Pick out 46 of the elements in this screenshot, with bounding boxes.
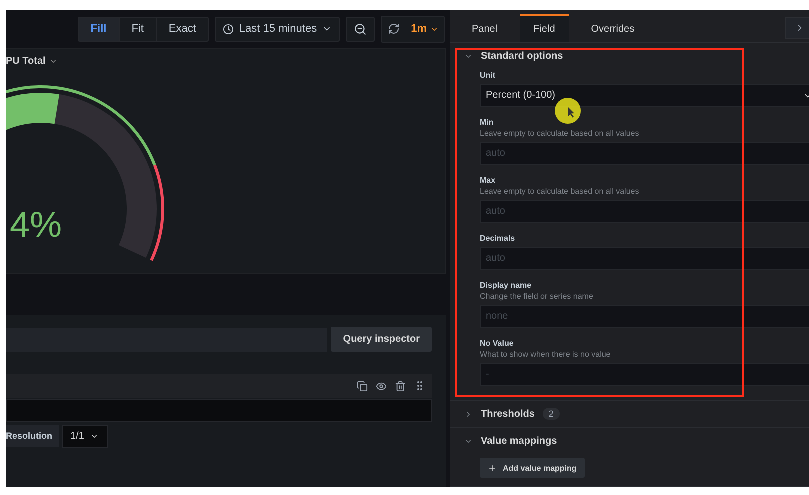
field-label: Max [480, 176, 497, 185]
section-header[interactable]: Value mappings [464, 436, 558, 446]
field-description: What to show when there is no value [480, 350, 612, 359]
trash-icon[interactable] [395, 380, 406, 392]
count-badge: 2 [542, 408, 560, 420]
gauge-value: 4% [10, 207, 62, 243]
section-header[interactable]: Standard options [464, 50, 564, 62]
time-range-picker[interactable]: Last 15 minutes [215, 16, 340, 42]
section-header[interactable]: Thresholds [464, 408, 535, 420]
field-label: Decimals [480, 234, 516, 243]
unit-select[interactable]: Percent (0-100) [480, 84, 809, 107]
field-description: Leave empty to calculate based on all values [480, 129, 640, 138]
clock-icon [223, 24, 234, 34]
plus-icon [488, 464, 497, 472]
editor-tab[interactable]: Panel [458, 14, 512, 42]
input-field[interactable]: auto [480, 142, 809, 165]
query-inspector-button[interactable]: Query inspector [331, 327, 432, 352]
zoom-out-icon [354, 22, 368, 36]
input-field[interactable]: auto [480, 200, 809, 223]
input-field[interactable]: auto [480, 247, 809, 270]
copy-icon[interactable] [357, 380, 368, 392]
field-label: Display name [480, 281, 533, 290]
field-description: Leave empty to calculate based on all values [480, 187, 640, 196]
editor-tab[interactable]: Field [520, 14, 570, 42]
refresh-interval-picker[interactable]: 1m [406, 16, 444, 42]
field-description: Change the field or series name [480, 292, 594, 301]
field-label: Min [480, 118, 495, 127]
field-label: No Value [480, 339, 515, 348]
input-field[interactable]: none [480, 305, 809, 328]
field-label: Unit [480, 71, 497, 80]
chevron-right-icon [464, 410, 473, 418]
input-field[interactable]: - [480, 363, 809, 386]
zoom-out-button[interactable] [346, 16, 376, 42]
fit-mode-button[interactable]: Fill [78, 18, 120, 40]
fit-mode-button[interactable]: Fit [120, 18, 157, 40]
eye-icon[interactable] [376, 380, 387, 392]
fit-mode-button[interactable]: Exact [156, 18, 208, 40]
refresh-icon [388, 23, 400, 35]
query-input[interactable] [6, 399, 432, 422]
resolution-label: Resolution [6, 425, 58, 447]
cursor-highlight-icon [555, 98, 581, 124]
resolution-select[interactable]: 1/1 [62, 425, 108, 448]
add-value-mapping-button[interactable]: Add value mapping [480, 458, 585, 478]
chevron-down-icon [90, 432, 100, 441]
editor-tab[interactable]: Overrides [577, 14, 649, 42]
panel-title[interactable]: PU Total [6, 56, 46, 66]
